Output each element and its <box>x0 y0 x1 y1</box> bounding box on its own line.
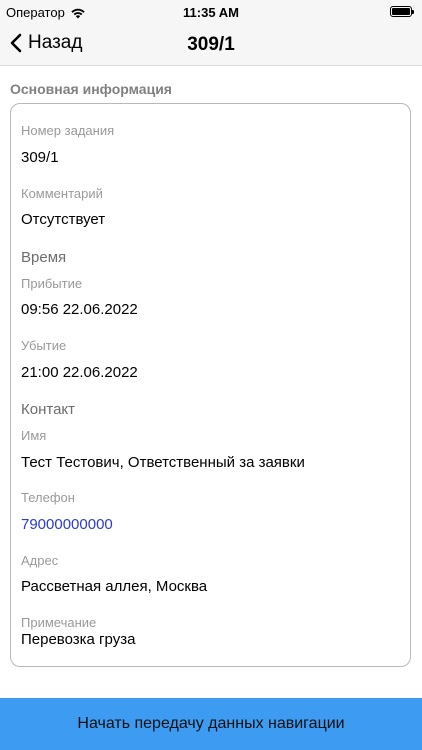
page-title: 309/1 <box>187 34 235 55</box>
task-number-value: 309/1 <box>21 149 59 166</box>
departure-label: Убытие <box>21 338 67 353</box>
phone-link[interactable]: 79000000000 <box>21 516 113 533</box>
note-label: Примечание <box>21 615 97 630</box>
battery-icon <box>390 6 414 17</box>
status-time: 11:35 AM <box>183 5 239 20</box>
arrival-label: Прибытие <box>21 276 83 291</box>
note-value: Перевозка груза <box>21 631 136 648</box>
comment-value: Отсутствует <box>21 211 106 228</box>
time-group-title: Время <box>21 249 67 266</box>
address-value: Рассветная аллея, Москва <box>21 578 208 595</box>
task-number-label: Номер задания <box>21 123 115 138</box>
section-title: Основная информация <box>10 81 172 97</box>
address-label: Адрес <box>21 553 59 568</box>
contact-group-title: Контакт <box>21 401 76 418</box>
name-value: Тест Тестович, Ответственный за заявки <box>21 454 305 471</box>
status-bar: Оператор 11:35 AM <box>0 0 422 24</box>
phone-label: Телефон <box>21 490 75 505</box>
navigation-bar: Назад 309/1 <box>0 24 422 66</box>
info-card: Номер задания 309/1 Комментарий Отсутств… <box>10 103 411 667</box>
arrival-value: 09:56 22.06.2022 <box>21 301 138 318</box>
departure-value: 21:00 22.06.2022 <box>21 364 138 381</box>
start-navigation-button[interactable]: Начать передачу данных навигации <box>0 698 422 750</box>
comment-label: Комментарий <box>21 186 103 201</box>
name-label: Имя <box>21 428 47 443</box>
